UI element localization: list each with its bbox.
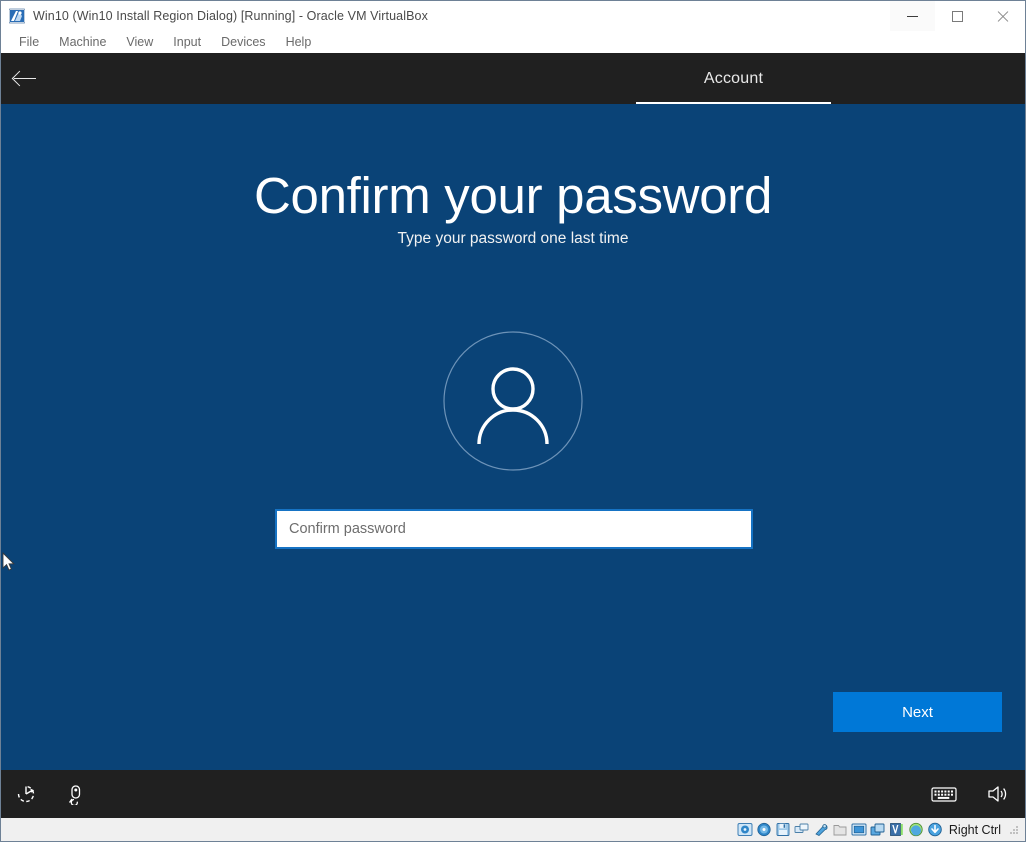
- maximize-icon: [952, 10, 963, 22]
- virtualbox-icon: [8, 8, 26, 24]
- status-bar-icons: [736, 821, 944, 838]
- shared-folders-icon[interactable]: [831, 821, 849, 838]
- hard-disk-icon[interactable]: [736, 821, 754, 838]
- page-title: Confirm your password: [253, 167, 773, 224]
- back-button[interactable]: [1, 53, 49, 104]
- oobe-footer: [1, 770, 1025, 818]
- menu-machine[interactable]: Machine: [49, 33, 116, 51]
- mouse-cursor: [2, 551, 16, 572]
- confirm-password-input[interactable]: Confirm password: [275, 509, 753, 549]
- page-subtitle: Type your password one last time: [397, 230, 629, 247]
- host-key-label: Right Ctrl: [948, 822, 1001, 837]
- menu-devices[interactable]: Devices: [211, 33, 275, 51]
- volume-icon[interactable]: [985, 781, 1011, 807]
- ease-of-access-icon[interactable]: [63, 781, 89, 807]
- recording-icon[interactable]: [869, 821, 887, 838]
- back-arrow-icon: [14, 71, 36, 87]
- floppy-disk-icon[interactable]: [774, 821, 792, 838]
- oobe-header: Account: [1, 53, 1025, 104]
- host-title-bar: Win10 (Win10 Install Region Dialog) [Run…: [0, 0, 1026, 31]
- close-button[interactable]: [980, 1, 1025, 31]
- window-controls: [890, 1, 1025, 31]
- footer-left-icons: [1, 781, 89, 807]
- power-accessibility-icon[interactable]: [13, 781, 39, 807]
- network-icon[interactable]: [793, 821, 811, 838]
- tab-account-label: Account: [703, 69, 764, 87]
- menu-input[interactable]: Input: [163, 33, 211, 51]
- usb-icon[interactable]: [812, 821, 830, 838]
- tab-account[interactable]: Account: [636, 53, 831, 104]
- minimize-icon: [907, 15, 918, 17]
- next-button[interactable]: Next: [833, 692, 1002, 732]
- confirm-password-placeholder: Confirm password: [289, 521, 406, 537]
- next-button-label: Next: [902, 703, 933, 721]
- menu-help[interactable]: Help: [276, 33, 322, 51]
- maximize-button[interactable]: [935, 1, 980, 31]
- display-icon[interactable]: [850, 821, 868, 838]
- host-status-bar: Right Ctrl: [0, 818, 1026, 842]
- footer-right-icons: [931, 770, 1011, 818]
- host-window-title: Win10 (Win10 Install Region Dialog) [Run…: [33, 8, 428, 23]
- user-avatar-icon: [443, 331, 583, 471]
- close-icon: [996, 10, 1009, 23]
- host-key-icon[interactable]: [926, 821, 944, 838]
- host-menu-bar: File Machine View Input Devices Help: [0, 30, 1026, 53]
- mouse-integration-icon[interactable]: [907, 821, 925, 838]
- minimize-button[interactable]: [890, 1, 935, 31]
- oobe-content: Confirm your password Type your password…: [1, 104, 1025, 770]
- keyboard-icon[interactable]: [931, 781, 957, 807]
- optical-disk-icon[interactable]: [755, 821, 773, 838]
- virtualbox-window: Win10 (Win10 Install Region Dialog) [Run…: [0, 0, 1026, 842]
- menu-file[interactable]: File: [9, 33, 49, 51]
- menu-view[interactable]: View: [116, 33, 163, 51]
- resize-grip[interactable]: [1009, 825, 1019, 835]
- guest-screen: Account Confirm your password Type your …: [0, 53, 1026, 818]
- virtualbox-guest-additions-icon[interactable]: [888, 821, 906, 838]
